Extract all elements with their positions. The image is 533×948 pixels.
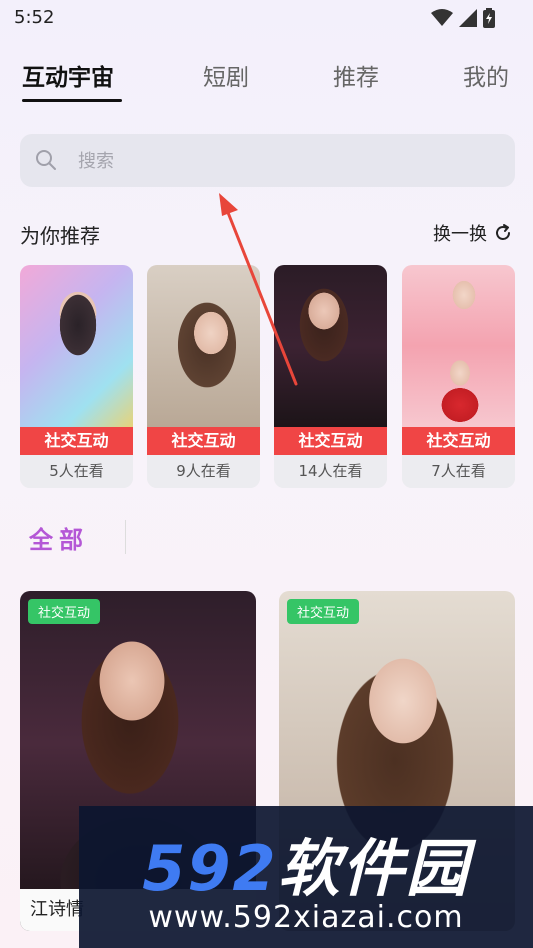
all-section-title[interactable]: 全部 <box>29 520 89 555</box>
feed-tag: 社交互动 <box>28 599 101 624</box>
card-tag: 社交互动 <box>402 427 515 455</box>
refresh-label: 换一换 <box>433 224 487 245</box>
watermark-banner: 592软件园 www.592xiazai.com <box>79 806 533 948</box>
card-tag: 社交互动 <box>147 427 260 455</box>
refresh-icon <box>496 224 510 240</box>
top-tabs: 互动宇宙 短剧 推荐 我的 <box>0 58 533 104</box>
card-portrait-image <box>20 265 133 427</box>
recommend-title: 为你推荐 <box>20 224 100 248</box>
status-icons <box>431 8 495 28</box>
tab-mine[interactable]: 我的 <box>463 58 509 92</box>
status-bar: 5:52 <box>0 0 533 36</box>
card-viewers: 9人在看 <box>147 455 260 488</box>
recommend-card[interactable]: 社交互动 14人在看 <box>274 265 387 488</box>
recommend-card[interactable]: 社交互动 5人在看 <box>20 265 133 488</box>
refresh-button[interactable]: 换一换 <box>433 220 513 246</box>
card-portrait-image <box>402 265 515 427</box>
card-portrait-image <box>274 265 387 427</box>
feed-tag: 社交互动 <box>287 599 360 624</box>
active-tab-indicator <box>22 99 122 102</box>
card-viewers: 5人在看 <box>20 455 133 488</box>
card-viewers: 14人在看 <box>274 455 387 488</box>
divider <box>125 520 126 554</box>
recommend-list: 社交互动 5人在看 社交互动 9人在看 社交互动 14人在看 社交互动 7人在看 <box>20 265 515 488</box>
watermark-brand-cn: 软件园 <box>277 832 470 905</box>
card-portrait-image <box>147 265 260 427</box>
card-viewers: 7人在看 <box>402 455 515 488</box>
recommend-card[interactable]: 社交互动 9人在看 <box>147 265 260 488</box>
search-input[interactable] <box>76 134 500 189</box>
search-bar[interactable] <box>20 134 515 189</box>
signal-icon <box>459 9 477 27</box>
card-tag: 社交互动 <box>274 427 387 455</box>
card-tag: 社交互动 <box>20 427 133 455</box>
status-time: 5:52 <box>14 7 55 28</box>
watermark-url: www.592xiazai.com <box>148 900 464 935</box>
search-icon <box>36 150 56 170</box>
tab-interactive-universe[interactable]: 互动宇宙 <box>22 58 114 92</box>
recommend-card[interactable]: 社交互动 7人在看 <box>402 265 515 488</box>
battery-icon <box>483 8 495 28</box>
watermark-brand: 592软件园 <box>79 818 533 908</box>
tab-short-drama[interactable]: 短剧 <box>203 58 249 92</box>
tab-recommend[interactable]: 推荐 <box>333 58 379 92</box>
watermark-number: 592 <box>142 832 278 905</box>
wifi-icon <box>431 9 453 26</box>
